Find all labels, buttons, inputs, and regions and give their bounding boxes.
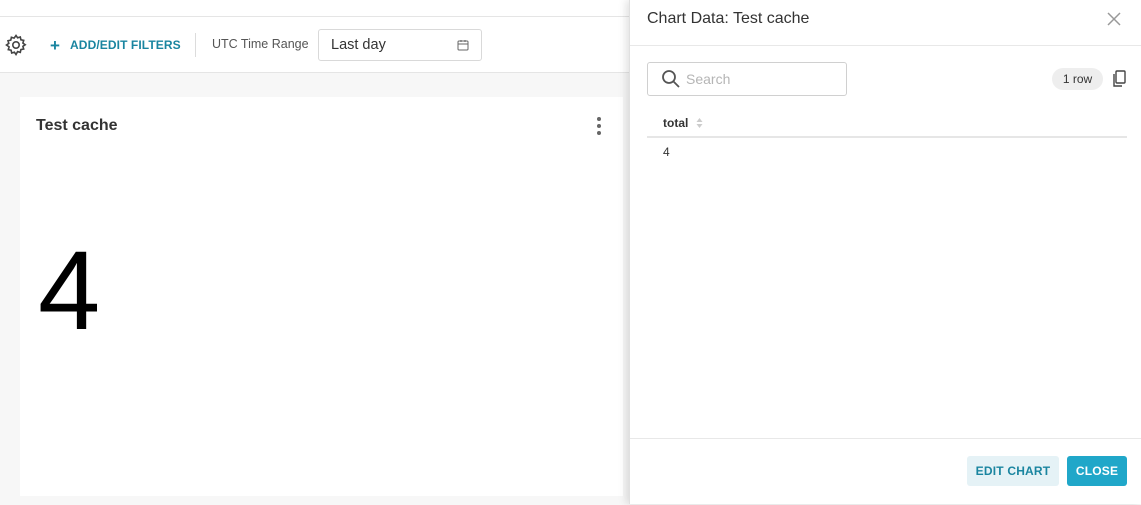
modal-title: Chart Data: Test cache <box>647 10 810 27</box>
kebab-menu-icon[interactable] <box>594 117 604 135</box>
gear-icon[interactable] <box>4 33 28 57</box>
plus-icon: + <box>50 35 61 55</box>
table-body: 4 <box>647 138 1127 166</box>
table-cell: 4 <box>663 145 670 159</box>
add-edit-filters-button[interactable]: + ADD/EDIT FILTERS <box>50 36 181 54</box>
big-number-value: 4 <box>38 228 101 353</box>
filter-bar: + ADD/EDIT FILTERS UTC Time Range Last d… <box>0 17 640 73</box>
time-range-select[interactable]: Last day <box>318 29 482 61</box>
chart-data-modal: Chart Data: Test cache 1 row total 4 <box>629 0 1141 504</box>
time-range-label: UTC Time Range <box>212 37 309 51</box>
edit-chart-button[interactable]: EDIT CHART <box>967 456 1059 486</box>
sort-icon <box>696 118 703 128</box>
column-header-total[interactable]: total <box>663 116 703 130</box>
modal-header: Chart Data: Test cache <box>630 0 1141 46</box>
close-icon[interactable] <box>1106 11 1122 27</box>
data-table: total 4 <box>647 110 1127 166</box>
table-header: total <box>647 110 1127 138</box>
row-count-badge: 1 row <box>1052 68 1103 90</box>
calendar-icon <box>457 40 469 51</box>
time-range-value: Last day <box>331 37 386 53</box>
close-button[interactable]: CLOSE <box>1067 456 1127 486</box>
search-icon <box>662 70 680 88</box>
modal-footer: EDIT CHART CLOSE <box>630 438 1141 504</box>
chart-card: Test cache 4 <box>20 97 623 496</box>
divider <box>195 33 196 57</box>
column-header-label: total <box>663 116 689 130</box>
add-edit-filters-label: ADD/EDIT FILTERS <box>70 38 181 52</box>
chart-title: Test cache <box>36 117 118 134</box>
table-row: 4 <box>647 138 1127 166</box>
copy-icon[interactable] <box>1112 70 1126 88</box>
